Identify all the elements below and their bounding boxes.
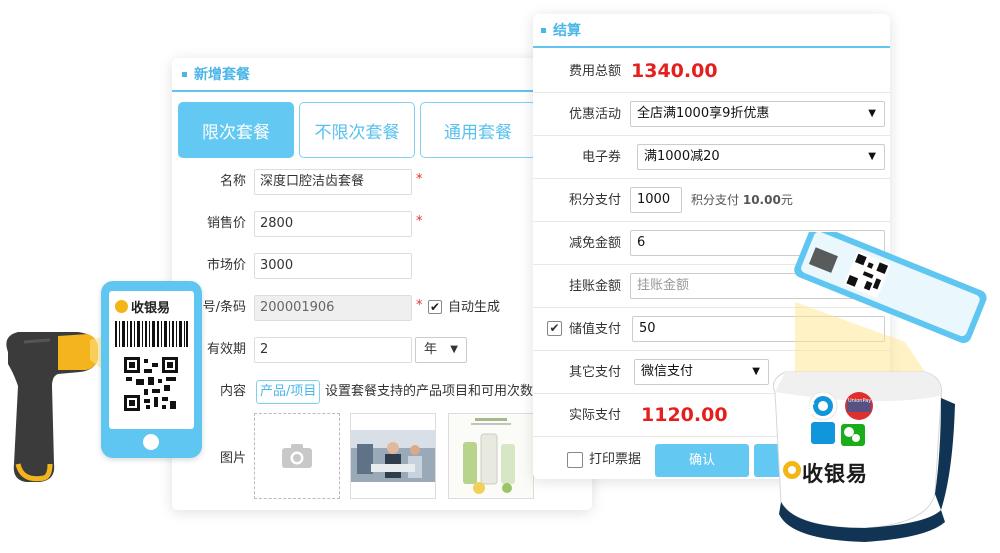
validity-unit-select[interactable]: 年 ▼ xyxy=(415,337,467,363)
new-package-header: 新增套餐 xyxy=(172,58,592,92)
promo-label: 优惠活动 xyxy=(568,107,621,122)
credit-label: 挂账金额 xyxy=(568,279,621,294)
price-required-mark: * xyxy=(416,214,423,229)
print-receipt-label: 打印票据 xyxy=(589,452,642,467)
total-row: 费用总额 1340.00 xyxy=(533,50,890,93)
total-amount: 1340.00 xyxy=(631,60,718,82)
barcode-input[interactable]: 200001906 xyxy=(254,295,412,321)
actual-pay-label: 实际支付 xyxy=(568,408,621,423)
market-price-input[interactable]: 3000 xyxy=(254,253,412,279)
checkout-header: 结算 xyxy=(533,14,890,48)
barcode-required-mark: * xyxy=(416,298,423,313)
phone-brand-text: 收银易 xyxy=(131,301,171,316)
points-note: 积分支付 10.00元 xyxy=(691,179,793,222)
alipay-char: 支 xyxy=(801,401,815,417)
content-hint: 设置套餐支持的产品项目和可用次数 xyxy=(325,384,534,399)
stored-value-label: 储值支付 xyxy=(568,322,621,337)
points-input[interactable]: 1000 xyxy=(630,187,682,213)
phone-brand-logo: 收银易 xyxy=(115,297,170,316)
discount-label: 减免金额 xyxy=(568,236,621,251)
total-label: 费用总额 xyxy=(568,64,621,79)
coupon-label: 电子券 xyxy=(581,150,621,165)
tab-general-package[interactable]: 通用套餐 xyxy=(420,102,536,158)
camera-icon xyxy=(282,444,312,468)
other-pay-value: 微信支付 xyxy=(641,364,694,379)
promo-value: 全店满1000享9折优惠 xyxy=(637,106,770,121)
promo-row: 优惠活动 全店满1000享9折优惠 ▼ xyxy=(533,93,890,136)
confirm-button[interactable]: 确认 xyxy=(655,444,749,477)
phone-home-button xyxy=(143,434,159,450)
print-receipt-checkbox[interactable] xyxy=(567,452,583,468)
auto-generate-checkbox[interactable]: ✔ xyxy=(428,300,442,314)
package-type-tabs: 限次套餐 不限次套餐 通用套餐 xyxy=(178,102,536,158)
coupon-row: 电子券 满1000减20 ▼ xyxy=(533,136,890,179)
unionpay-text: UnionPay xyxy=(848,398,872,404)
product-item-button[interactable]: 产品/项目 xyxy=(256,380,321,404)
qr-code-icon xyxy=(124,357,178,411)
phone: 收银易 xyxy=(101,281,202,458)
phone-screen: 收银易 xyxy=(109,291,194,429)
actual-pay-amount: 1120.00 xyxy=(641,404,728,426)
validity-input[interactable]: 2 xyxy=(254,337,412,363)
price-input[interactable]: 2800 xyxy=(254,211,412,237)
other-pay-select[interactable]: 微信支付 ▼ xyxy=(634,359,769,385)
qr-scanner-box xyxy=(772,232,987,542)
points-note-suffix: 元 xyxy=(780,193,793,207)
clinic-photo xyxy=(351,414,435,498)
image-upload-slot[interactable] xyxy=(254,413,340,499)
dropdown-arrow-icon: ▼ xyxy=(868,108,876,119)
points-note-prefix: 积分支付 xyxy=(691,193,740,207)
header-square-icon xyxy=(541,27,546,33)
image-thumbnail-clinic[interactable] xyxy=(350,413,436,499)
dropdown-arrow-icon: ▼ xyxy=(450,344,458,355)
coupon-value: 满1000减20 xyxy=(644,149,720,164)
image-thumbnail-product[interactable] xyxy=(448,413,534,499)
new-package-title: 新增套餐 xyxy=(194,67,250,83)
header-square-icon xyxy=(182,71,187,77)
other-pay-label: 其它支付 xyxy=(568,365,621,380)
validity-unit-value: 年 xyxy=(424,342,438,357)
name-input[interactable]: 深度口腔洁齿套餐 xyxy=(254,169,412,195)
tab-unlimited-package[interactable]: 不限次套餐 xyxy=(299,102,415,158)
stage: 新增套餐 限次套餐 不限次套餐 通用套餐 名称 深度口腔洁齿套餐 * 销售价 2… xyxy=(0,0,1000,553)
product-photo xyxy=(449,414,533,498)
name-required-mark: * xyxy=(416,172,423,187)
tab-limited-package[interactable]: 限次套餐 xyxy=(178,102,294,158)
dropdown-arrow-icon: ▼ xyxy=(868,151,876,162)
points-row: 积分支付 1000 积分支付 10.00元 xyxy=(533,179,890,222)
points-label: 积分支付 xyxy=(568,193,621,208)
points-note-amount: 10.00 xyxy=(742,193,781,207)
auto-generate-label: 自动生成 xyxy=(448,300,501,315)
brand-coin-icon xyxy=(115,300,128,313)
coupon-select[interactable]: 满1000减20 ▼ xyxy=(637,144,885,170)
box-brand-text: 收银易 xyxy=(802,462,868,486)
market-price-label: 市场价 xyxy=(206,258,246,273)
name-label: 名称 xyxy=(219,174,246,189)
promo-select[interactable]: 全店满1000享9折优惠 ▼ xyxy=(630,101,885,127)
new-package-panel: 新增套餐 限次套餐 不限次套餐 通用套餐 名称 深度口腔洁齿套餐 * 销售价 2… xyxy=(172,58,592,510)
barcode-icon xyxy=(115,321,188,347)
price-label: 销售价 xyxy=(206,216,246,231)
checkout-title: 结算 xyxy=(553,23,581,39)
